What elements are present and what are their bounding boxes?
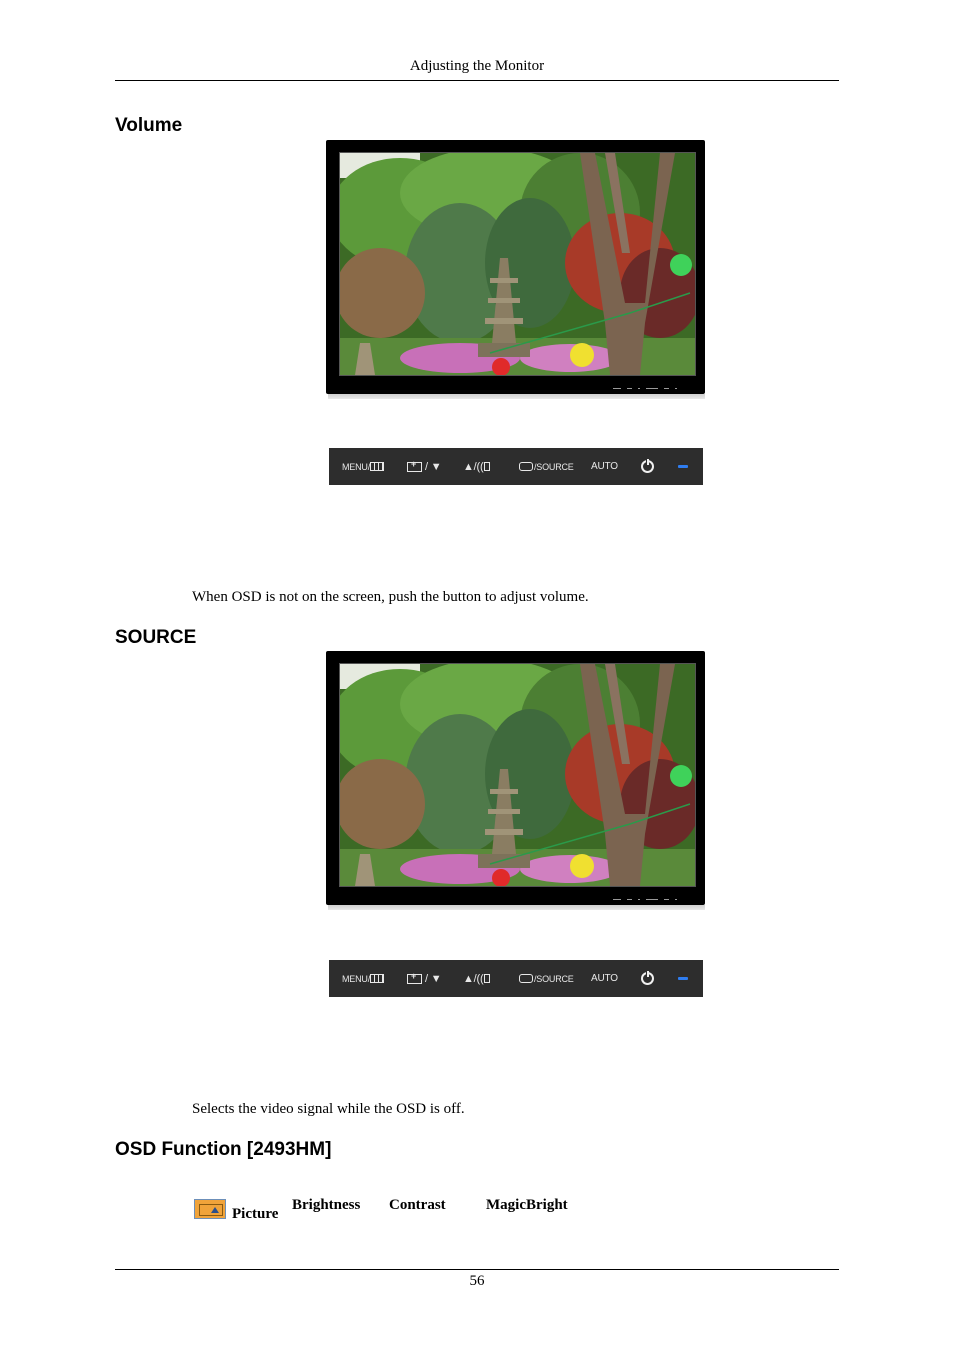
header-title: Adjusting the Monitor <box>409 58 545 74</box>
volume-up-button[interactable]: ▲/(( <box>463 960 491 997</box>
bezel-button-marks <box>613 387 693 389</box>
garden-pagoda-photo <box>340 664 695 886</box>
source-button[interactable]: /SOURCE <box>519 960 574 997</box>
monitor-button-bar-volume: MENU/ / ▼ ▲/(( /SOURCE AUTO <box>329 448 703 485</box>
power-icon <box>641 458 654 473</box>
brightness-icon <box>407 971 422 984</box>
picture-icon <box>194 1199 226 1219</box>
menu-grid-icon <box>370 462 384 471</box>
source-enter-icon <box>519 462 533 471</box>
source-enter-icon <box>519 974 533 983</box>
garden-pagoda-photo <box>340 153 695 375</box>
menu-button[interactable]: MENU/ <box>342 448 384 485</box>
power-button[interactable] <box>641 448 654 485</box>
auto-button[interactable]: AUTO <box>591 448 618 485</box>
brightness-icon <box>407 459 422 472</box>
header-divider <box>115 80 839 81</box>
monitor-screen-photo <box>339 663 696 887</box>
source-description: Selects the video signal while the OSD i… <box>192 1101 465 1117</box>
monitor-button-bar-source: MENU/ / ▼ ▲/(( /SOURCE AUTO <box>329 960 703 997</box>
volume-speaker-icon: ▲/(( <box>463 972 484 985</box>
volume-speaker-icon: ▲/(( <box>463 460 484 473</box>
brightness-down-button[interactable]: / ▼ <box>407 448 442 485</box>
menu-grid-icon <box>370 974 384 983</box>
osd-item-contrast: Contrast <box>389 1197 446 1213</box>
monitor-screen-photo <box>339 152 696 376</box>
monitor-image-volume <box>326 140 705 399</box>
source-button[interactable]: /SOURCE <box>519 448 574 485</box>
volume-description: When OSD is not on the screen, push the … <box>192 589 589 605</box>
power-button[interactable] <box>641 960 654 997</box>
section-heading-volume: Volume <box>115 115 183 136</box>
brightness-down-button[interactable]: / ▼ <box>407 960 442 997</box>
power-led-indicator <box>678 977 688 980</box>
osd-category-picture: Picture <box>232 1206 279 1222</box>
menu-button[interactable]: MENU/ <box>342 960 384 997</box>
page-number: 56 <box>469 1273 485 1289</box>
section-heading-osd-function: OSD Function [2493HM] <box>115 1139 332 1160</box>
power-icon <box>641 970 654 985</box>
volume-up-button[interactable]: ▲/(( <box>463 448 491 485</box>
bezel-button-marks <box>613 898 693 900</box>
osd-item-magicbright: MagicBright <box>486 1197 568 1213</box>
power-led-indicator <box>678 465 688 468</box>
section-heading-source: SOURCE <box>115 627 197 648</box>
osd-item-brightness: Brightness <box>292 1197 361 1213</box>
footer-divider <box>115 1269 839 1270</box>
auto-button[interactable]: AUTO <box>591 960 618 997</box>
monitor-image-source <box>326 651 705 910</box>
